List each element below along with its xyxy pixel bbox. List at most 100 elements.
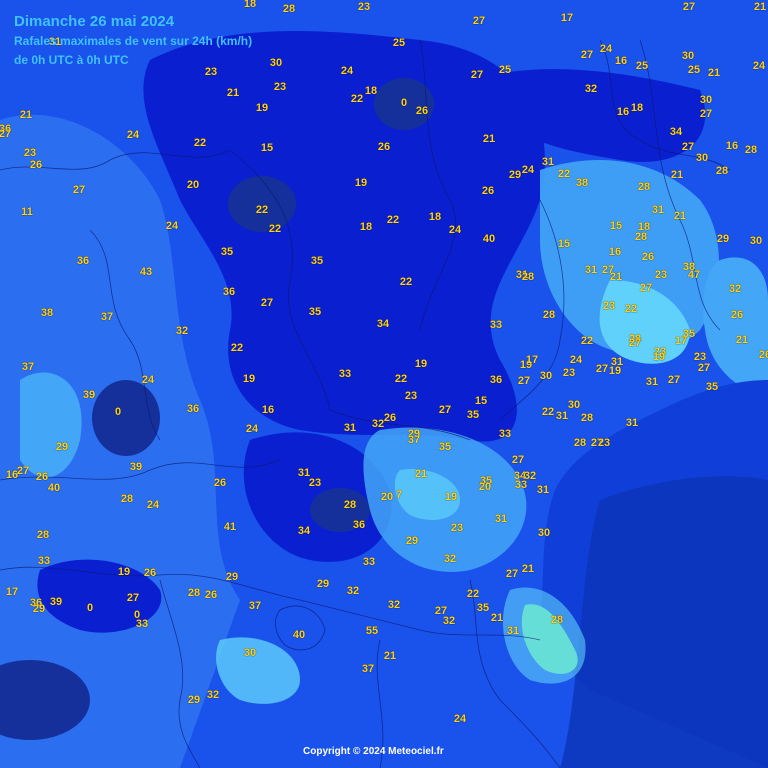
gust-value-label: 35 (476, 602, 490, 614)
gust-value-label: 35 (220, 246, 234, 258)
gust-value-label: 21 (609, 271, 623, 283)
gust-value-label: 30 (749, 235, 763, 247)
gust-value-label: 21 (383, 650, 397, 662)
gust-value-label: 19 (242, 373, 256, 385)
gust-value-label: 32 (443, 553, 457, 565)
gust-value-label: 24 (126, 129, 140, 141)
gust-value-label: 31 (506, 625, 520, 637)
gust-value-label: 37 (100, 311, 114, 323)
gust-value-label: 0 (86, 602, 94, 614)
gust-value-label: 36 (489, 374, 503, 386)
gust-value-label: 26 (383, 412, 397, 424)
gust-value-label: 29 (32, 603, 46, 615)
gust-value-label: 24 (599, 43, 613, 55)
gust-value-label: 26 (641, 251, 655, 263)
gust-value-label: 24 (146, 499, 160, 511)
gust-value-label: 35 (705, 381, 719, 393)
gust-value-label: 18 (359, 221, 373, 233)
gust-value-label: 20 (186, 179, 200, 191)
gust-value-label: 40 (47, 482, 61, 494)
gust-value-label: 35 (466, 409, 480, 421)
gust-value-label: 29 (225, 571, 239, 583)
gust-value-label: 23 (602, 300, 616, 312)
gust-value-label: 25 (498, 64, 512, 76)
gust-value-label: 29 (716, 233, 730, 245)
gust-value-label: 47 (687, 269, 701, 281)
gust-value-label: 28 (637, 181, 651, 193)
gust-value-label: 32 (206, 689, 220, 701)
gust-value-label: 33 (37, 555, 51, 567)
gust-value-label: 20 (478, 481, 492, 493)
gust-value-label: 36 (352, 519, 366, 531)
gust-value-label: 31 (541, 156, 555, 168)
gust-value-label: 24 (569, 354, 583, 366)
gust-value-label: 27 (580, 49, 594, 61)
gust-value-label: 31 (494, 513, 508, 525)
gust-value-label: 23 (450, 522, 464, 534)
gust-value-label: 21 (521, 563, 535, 575)
gust-value-label: 22 (394, 373, 408, 385)
gust-value-label: 30 (681, 50, 695, 62)
gust-value-label: 21 (482, 133, 496, 145)
gust-value-label: 27 (697, 362, 711, 374)
gust-value-label: 18 (630, 102, 644, 114)
gust-value-label: 23 (654, 269, 668, 281)
gust-value-label: 26 (143, 567, 157, 579)
gust-value-label: 27 (472, 15, 486, 27)
gust-value-label: 21 (490, 612, 504, 624)
gust-value-label: 21 (707, 67, 721, 79)
gust-value-label: 28 (715, 165, 729, 177)
gust-value-label: 7 (395, 489, 403, 501)
gust-value-label: 31 (584, 264, 598, 276)
gust-value-label: 25 (687, 64, 701, 76)
map-title-block: Dimanche 26 mai 2024 Rafales maximales d… (14, 12, 252, 70)
gust-value-label: 55 (365, 625, 379, 637)
gust-value-label: 19 (117, 566, 131, 578)
gust-value-label: 32 (387, 599, 401, 611)
gust-value-label: 27 (511, 454, 525, 466)
gust-value-label: 28 (282, 3, 296, 15)
gust-value-label: 24 (453, 713, 467, 725)
gust-value-label: 26 (29, 159, 43, 171)
gust-value-label: 32 (584, 83, 598, 95)
gust-value-label: 23 (404, 390, 418, 402)
gust-value-label: 29 (405, 535, 419, 547)
gust-value-label: 29 (55, 441, 69, 453)
gust-value-label: 26 (415, 105, 429, 117)
gust-value-label: 38 (575, 177, 589, 189)
gust-value-label: 30 (699, 94, 713, 106)
gust-value-label: 39 (82, 389, 96, 401)
gust-value-label: 19 (354, 177, 368, 189)
gust-value-label: 23 (308, 477, 322, 489)
gust-value-label: 27 (0, 128, 12, 140)
gust-value-label: 16 (725, 140, 739, 152)
gust-value-label: 25 (635, 60, 649, 72)
gust-value-label: 43 (139, 266, 153, 278)
gust-value-label: 27 (16, 465, 30, 477)
gust-value-label: 31 (343, 422, 357, 434)
gust-value-label: 35 (310, 255, 324, 267)
gust-value-label: 0 (114, 406, 122, 418)
gust-value-label: 27 (260, 297, 274, 309)
gust-value-label: 27 (517, 375, 531, 387)
gust-value-label: 30 (539, 370, 553, 382)
gust-value-label: 24 (340, 65, 354, 77)
gust-value-label: 39 (129, 461, 143, 473)
gust-value-label: 29 (187, 694, 201, 706)
gust-value-label: 23 (597, 437, 611, 449)
gust-value-label: 30 (243, 647, 257, 659)
gust-value-label: 34 (669, 126, 683, 138)
gust-value-label: 29 (316, 578, 330, 590)
gust-value-label: 19 (255, 102, 269, 114)
gust-value-label: 32 (442, 615, 456, 627)
gust-value-label: 33 (514, 479, 528, 491)
gust-value-label: 30 (537, 527, 551, 539)
gust-value-label: 24 (448, 224, 462, 236)
gust-value-label: 21 (735, 334, 749, 346)
gust-value-label: 27 (505, 568, 519, 580)
gust-value-label: 38 (40, 307, 54, 319)
gust-value-label: 30 (269, 57, 283, 69)
gust-value-label: 26 (213, 477, 227, 489)
gust-value-label: 27 (628, 337, 642, 349)
gust-value-label: 27 (639, 282, 653, 294)
